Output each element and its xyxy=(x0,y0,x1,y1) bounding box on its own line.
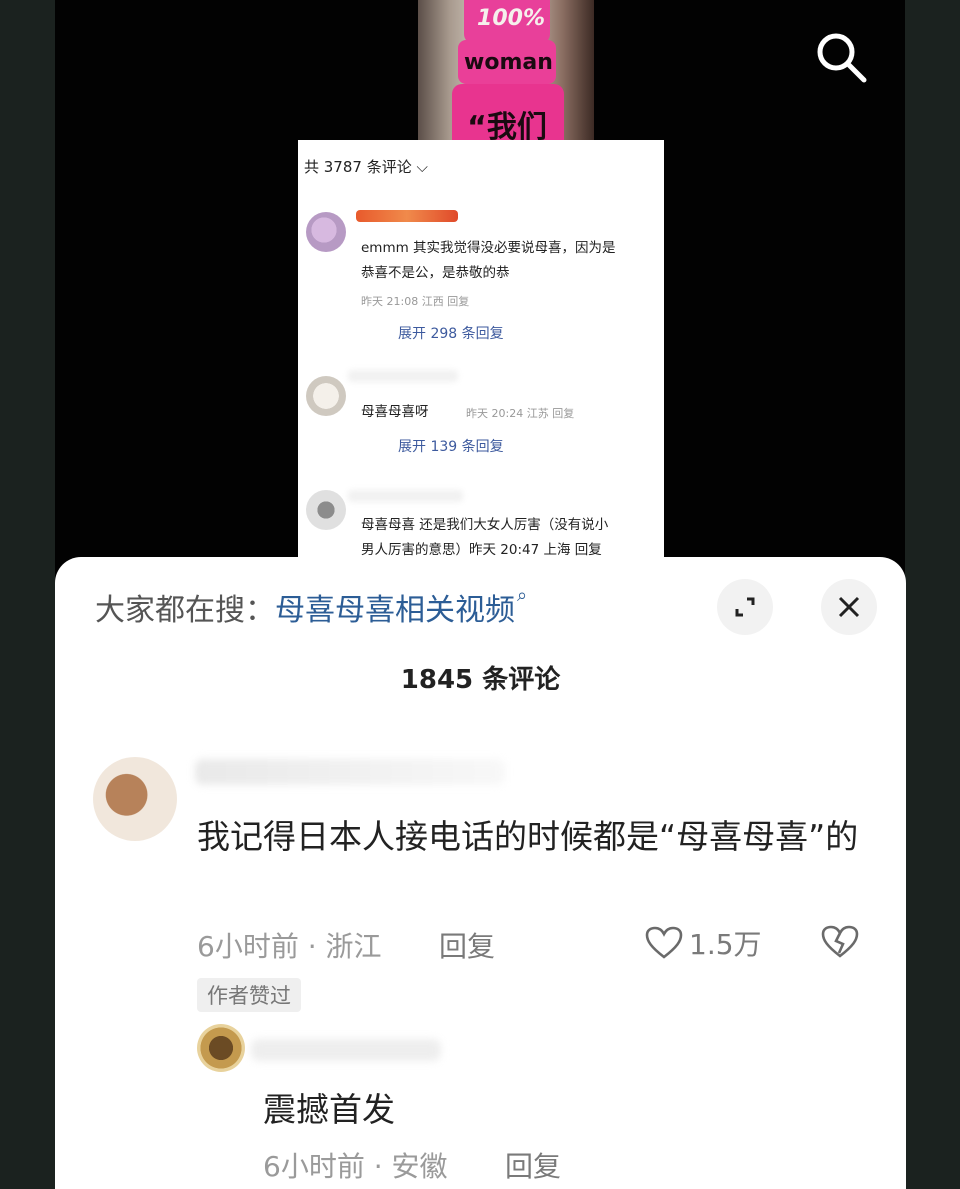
comment-meta: 6小时前 · 浙江 xyxy=(197,930,382,963)
avatar[interactable] xyxy=(93,757,177,841)
expand-button[interactable] xyxy=(717,579,773,635)
search-hint: 大家都在搜：母喜母喜相关视频 ⌕ xyxy=(95,585,527,629)
embedded-comment-text: 母喜母喜呀 xyxy=(361,404,429,420)
embedded-comment-text: emmm 其实我觉得没必要说母喜，因为是 xyxy=(361,240,616,256)
username-redacted xyxy=(348,370,458,382)
embedded-comment-text: 恭喜不是公，是恭敬的恭 xyxy=(361,265,510,281)
broken-heart-icon xyxy=(821,925,859,958)
heart-icon xyxy=(645,926,683,959)
comment-count-title: 1845 条评论 xyxy=(400,665,561,695)
close-icon xyxy=(838,596,860,618)
embedded-comment-screenshot: 共 3787 条评论 ⌵ emmm 其实我觉得没必要说母喜，因为是 恭喜不是公，… xyxy=(298,140,664,560)
reply-comment-meta: 6小时前 · 安徽 xyxy=(263,1150,448,1183)
expand-icon xyxy=(735,597,755,617)
avatar xyxy=(306,212,346,252)
username-redacted xyxy=(356,210,458,222)
embedded-comment-text: 母喜母喜 还是我们大女人厉害（没有说小 xyxy=(361,517,609,533)
comment-text: 我记得日本人接电话的时候都是“母喜母喜”的 xyxy=(197,817,859,856)
dislike-button[interactable] xyxy=(821,925,859,963)
like-button[interactable]: 1.5万 xyxy=(645,923,762,963)
cake-text-middle: woman xyxy=(464,50,553,75)
close-button[interactable] xyxy=(821,579,877,635)
search-icon xyxy=(817,33,867,83)
avatar xyxy=(306,376,346,416)
expand-replies-link[interactable]: 展开 139 条回复 xyxy=(398,436,504,456)
avatar xyxy=(306,490,346,530)
reply-button[interactable]: 回复 xyxy=(439,925,495,965)
username-redacted[interactable] xyxy=(251,1039,441,1061)
comments-sheet: 大家都在搜：母喜母喜相关视频 ⌕ 1845 条评论 我记得日本人接电话的时候都是“… xyxy=(55,557,906,1189)
embedded-comment-meta: 昨天 21:08 江西 回复 xyxy=(361,295,470,308)
username-redacted xyxy=(348,490,463,502)
video-frame-cake: 100% woman “我们 xyxy=(418,0,594,140)
reply-button[interactable]: 回复 xyxy=(505,1145,561,1185)
username-redacted[interactable] xyxy=(195,759,505,785)
embedded-comment-meta: 昨天 20:24 江苏 回复 xyxy=(466,407,575,420)
avatar[interactable] xyxy=(197,1024,245,1072)
search-icon: ⌕ xyxy=(517,585,528,606)
search-hint-link[interactable]: 母喜母喜相关视频 xyxy=(275,593,515,628)
reply-comment-text: 震撼首发 xyxy=(263,1090,395,1129)
search-button[interactable] xyxy=(812,28,870,86)
search-hint-prefix: 大家都在搜： xyxy=(95,593,275,628)
embedded-comment-count: 共 3787 条评论 ⌵ xyxy=(304,158,428,176)
cake-text-bottom: “我们 xyxy=(467,110,547,140)
cake-text-top: 100% xyxy=(477,6,545,31)
author-liked-badge: 作者赞过 xyxy=(197,978,301,1012)
like-count: 1.5万 xyxy=(689,928,762,961)
expand-replies-link[interactable]: 展开 298 条回复 xyxy=(398,323,504,343)
